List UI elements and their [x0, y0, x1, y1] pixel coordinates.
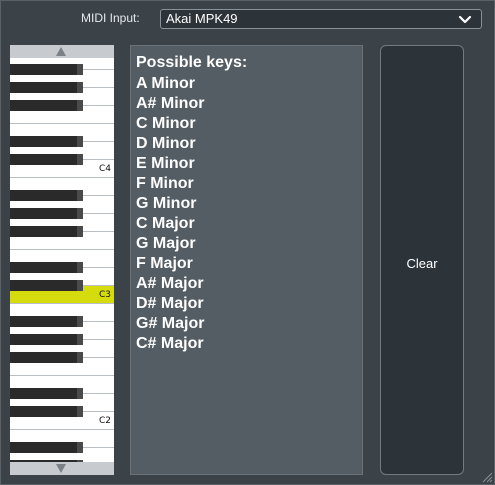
chevron-down-icon	[458, 15, 472, 24]
piano-octave-label: C2	[98, 416, 111, 426]
piano-black-key[interactable]	[10, 100, 83, 111]
piano-black-key[interactable]	[10, 406, 83, 417]
piano-black-key[interactable]	[10, 226, 83, 237]
piano-scroll-down-button[interactable]	[10, 462, 114, 475]
possible-key-item: G Minor	[136, 195, 197, 212]
piano-black-key[interactable]	[10, 64, 83, 75]
clear-button[interactable]: Clear	[380, 45, 464, 475]
piano-black-key[interactable]	[10, 154, 83, 165]
piano-black-key[interactable]	[10, 352, 83, 363]
piano-scroll-up-button[interactable]	[10, 45, 114, 58]
piano-black-key[interactable]	[10, 82, 83, 93]
midi-input-select[interactable]: Akai MPK49	[160, 9, 482, 29]
piano-black-key[interactable]	[10, 316, 83, 327]
midi-input-label: MIDI Input:	[81, 11, 140, 25]
piano-black-key[interactable]	[10, 208, 83, 219]
possible-key-item: A# Minor	[136, 95, 205, 112]
triangle-down-icon	[56, 464, 66, 473]
piano-black-key[interactable]	[10, 442, 83, 453]
piano-keyboard[interactable]: C4 C3 C2	[10, 45, 114, 475]
piano-black-key[interactable]	[10, 190, 83, 201]
possible-keys-list: A Minor A# Minor C Minor D Minor E Minor F Mi…	[136, 74, 204, 354]
clear-button-label: Clear	[406, 256, 438, 271]
midi-input-value: Akai MPK49	[166, 11, 238, 26]
possible-key-item: A# Major	[136, 275, 204, 292]
piano-black-key[interactable]	[10, 262, 83, 273]
possible-key-item: G Major	[136, 235, 196, 252]
piano-black-key[interactable]	[10, 388, 83, 399]
piano-octave-label: C3	[98, 290, 111, 300]
piano-black-key[interactable]	[10, 136, 83, 147]
possible-key-item: F Minor	[136, 175, 194, 192]
piano-black-key[interactable]	[10, 334, 83, 345]
possible-key-item: D Minor	[136, 135, 196, 152]
possible-key-item: G# Major	[136, 315, 205, 332]
triangle-up-icon	[56, 47, 66, 56]
possible-key-item: A Minor	[136, 75, 195, 92]
piano-black-key[interactable]	[10, 280, 83, 291]
possible-keys-panel: Possible keys: A Minor A# Minor C Minor D M…	[130, 45, 363, 475]
possible-key-item: C Minor	[136, 115, 196, 132]
possible-key-item: E Minor	[136, 155, 195, 172]
possible-keys-title: Possible keys:	[136, 54, 248, 71]
possible-key-item: D# Major	[136, 295, 204, 312]
piano-octave-label: C4	[98, 164, 111, 174]
possible-key-item: F Major	[136, 255, 193, 272]
possible-key-item: C# Major	[136, 335, 204, 352]
possible-key-item: C Major	[136, 215, 195, 232]
piano-keys[interactable]: C4 C3 C2	[10, 58, 114, 462]
resize-grip-icon[interactable]	[481, 471, 493, 483]
